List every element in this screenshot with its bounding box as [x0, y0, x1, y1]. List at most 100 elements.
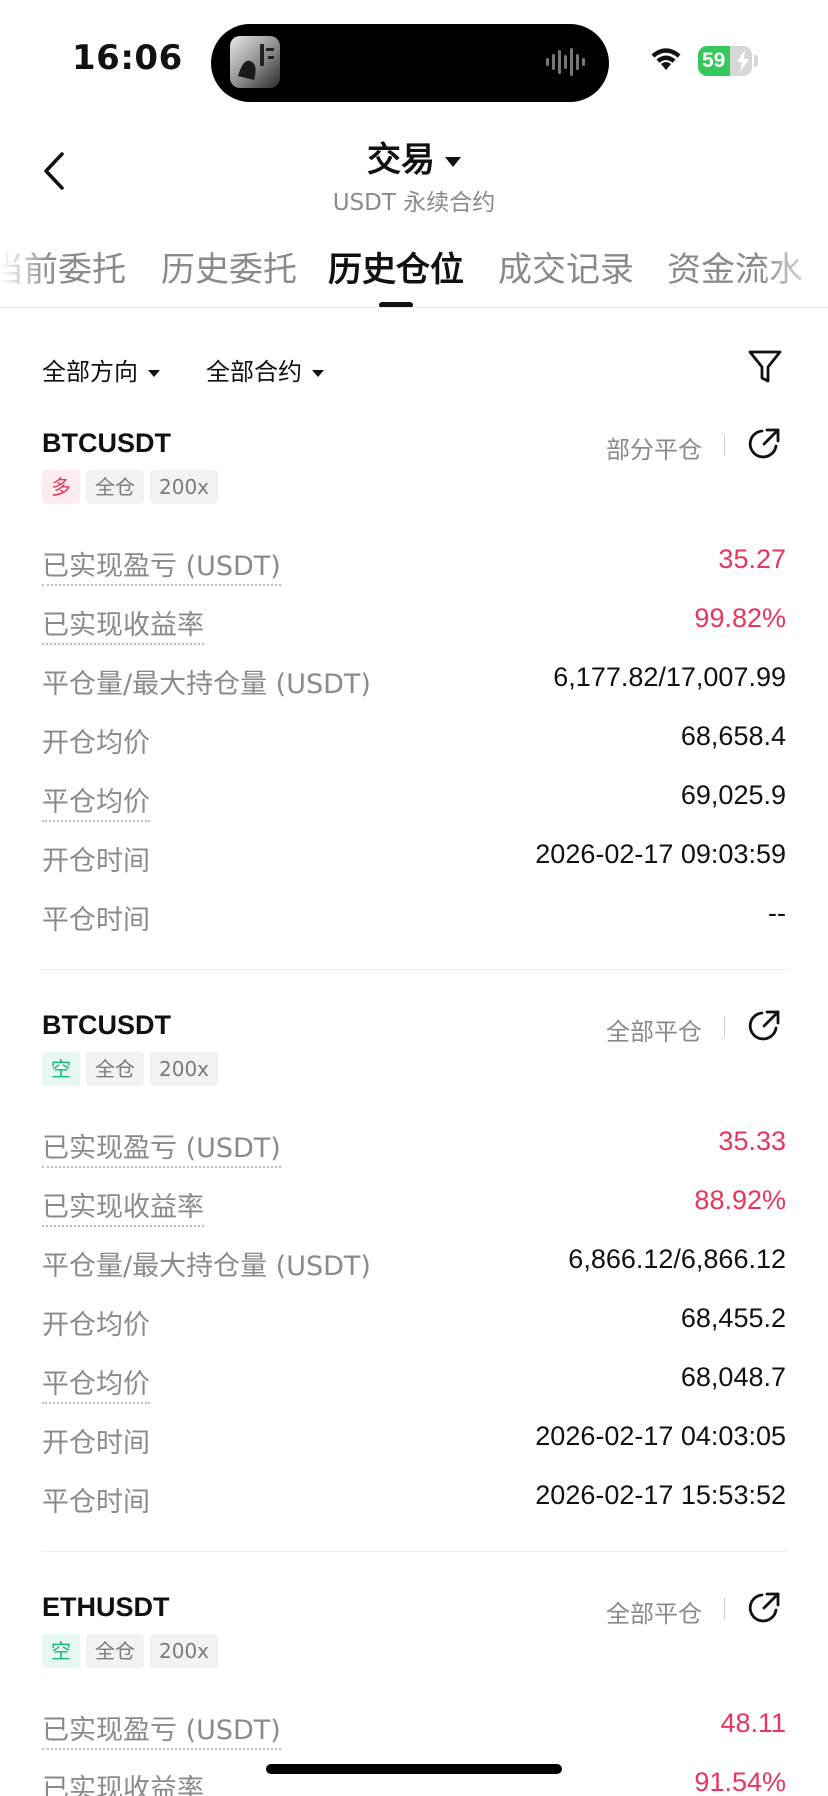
wifi-icon	[651, 48, 681, 70]
position-detail-row: 已实现收益率 88.92%	[42, 1185, 786, 1227]
margin-mode-tag: 全仓	[86, 1052, 144, 1086]
card-divider	[42, 969, 786, 970]
battery-percentage: 59	[702, 49, 726, 72]
direction-filter[interactable]: 全部方向	[42, 352, 160, 387]
leverage-tag: 200x	[150, 470, 219, 504]
position-card[interactable]: BTCUSDT 全部平仓空全仓 200x 已实现盈亏 (USDT) 35.33 已实现收益…	[0, 1008, 828, 1552]
tab-fade-right	[758, 236, 828, 306]
detail-label[interactable]: 已实现收益率	[42, 603, 204, 645]
position-detail-row: 平仓量/最大持仓量 (USDT) 6,177.82/17,007.99	[42, 662, 786, 702]
detail-label[interactable]: 平仓均价	[42, 1362, 150, 1404]
detail-label[interactable]: 已实现收益率	[42, 1767, 204, 1796]
position-detail-row: 开仓均价 68,455.2	[42, 1303, 786, 1343]
detail-value: 88.92%	[694, 1185, 786, 1215]
header-separator	[724, 1016, 725, 1038]
header-separator	[724, 434, 725, 456]
detail-label[interactable]: 已实现盈亏 (USDT)	[42, 1126, 281, 1168]
position-detail-row: 已实现收益率 99.82%	[42, 603, 786, 645]
active-tab-indicator	[379, 302, 413, 307]
detail-label: 平仓时间	[42, 1487, 150, 1518]
detail-value: 35.33	[718, 1126, 786, 1156]
detail-label[interactable]: 已实现盈亏 (USDT)	[42, 544, 281, 586]
detail-value: 68,658.4	[680, 721, 786, 751]
leverage-tag: 200x	[150, 1052, 219, 1086]
detail-value: 99.82%	[694, 603, 786, 633]
detail-label[interactable]: 已实现盈亏 (USDT)	[42, 1708, 281, 1750]
position-detail-row: 开仓均价 68,658.4	[42, 721, 786, 761]
share-icon[interactable]	[746, 1590, 782, 1626]
audio-waveform-icon	[545, 48, 587, 80]
detail-label: 平仓量/最大持仓量 (USDT)	[42, 669, 371, 700]
battery-cap	[754, 55, 758, 67]
detail-label: 平仓时间	[42, 905, 150, 936]
tab-position-history[interactable]: 历史仓位	[328, 242, 464, 291]
detail-value: 35.27	[718, 544, 786, 574]
detail-value: 68,048.7	[680, 1362, 786, 1392]
detail-label: 平仓量/最大持仓量 (USDT)	[42, 1251, 371, 1282]
detail-value: 91.54%	[694, 1767, 786, 1796]
position-detail-row: 平仓时间 2026-02-17 15:53:52	[42, 1480, 786, 1520]
detail-value: 2026-02-17 15:53:52	[535, 1480, 786, 1510]
position-card[interactable]: BTCUSDT 部分平仓多全仓 200x 已实现盈亏 (USDT) 35.27 已实现收益…	[0, 426, 828, 970]
contract-filter[interactable]: 全部合约	[206, 352, 324, 387]
position-detail-row: 开仓时间 2026-02-17 09:03:59	[42, 839, 786, 879]
detail-value: 69,025.9	[680, 780, 786, 810]
direction-filter-label: 全部方向	[42, 358, 138, 386]
side-tag: 空	[42, 1634, 80, 1668]
now-playing-artwork-icon	[230, 36, 280, 88]
detail-value: 68,455.2	[680, 1303, 786, 1333]
position-detail-row: 平仓均价 69,025.9	[42, 780, 786, 822]
dynamic-island[interactable]	[211, 24, 609, 102]
tab-bar: 当前委托 历史委托 历史仓位 成交记录 资金流水	[0, 236, 828, 308]
detail-value: 6,177.82/17,007.99	[553, 662, 786, 692]
detail-label: 开仓时间	[42, 846, 150, 877]
detail-label: 开仓均价	[42, 1310, 150, 1341]
position-tags: 空全仓 200x	[42, 1052, 224, 1086]
position-detail-row: 平仓均价 68,048.7	[42, 1362, 786, 1404]
position-tags: 多全仓 200x	[42, 470, 224, 504]
tab-fade-left	[0, 236, 50, 306]
position-detail-row: 平仓时间 --	[42, 898, 786, 938]
page-title-dropdown[interactable]: 交易	[0, 132, 828, 181]
caret-down-icon	[445, 156, 461, 167]
contract-filter-label: 全部合约	[206, 358, 302, 386]
margin-mode-tag: 全仓	[86, 1634, 144, 1668]
detail-label[interactable]: 已实现收益率	[42, 1185, 204, 1227]
detail-value: 6,866.12/6,866.12	[568, 1244, 786, 1274]
caret-down-icon	[148, 369, 160, 377]
home-indicator[interactable]	[266, 1764, 562, 1774]
close-type-label: 全部平仓	[606, 1018, 702, 1046]
card-divider	[42, 1551, 786, 1552]
position-detail-row: 已实现盈亏 (USDT) 35.27	[42, 544, 786, 586]
share-icon[interactable]	[746, 1008, 782, 1044]
margin-mode-tag: 全仓	[86, 470, 144, 504]
tab-trade-records[interactable]: 成交记录	[498, 242, 634, 291]
position-tags: 空全仓 200x	[42, 1634, 224, 1668]
position-detail-row: 开仓时间 2026-02-17 04:03:05	[42, 1421, 786, 1461]
header-separator	[724, 1598, 725, 1620]
detail-value: 48.11	[720, 1708, 786, 1738]
position-detail-row: 已实现盈亏 (USDT) 35.33	[42, 1126, 786, 1168]
tab-order-history[interactable]: 历史委托	[161, 242, 297, 291]
caret-down-icon	[312, 369, 324, 377]
battery-icon: 59	[698, 46, 752, 76]
page-subtitle: USDT 永续合约	[332, 190, 496, 216]
position-detail-row: 已实现盈亏 (USDT) 48.11	[42, 1708, 786, 1750]
detail-value: 2026-02-17 04:03:05	[535, 1421, 786, 1451]
detail-label: 开仓均价	[42, 728, 150, 759]
close-type-label: 全部平仓	[606, 1600, 702, 1628]
detail-value: --	[768, 898, 786, 928]
share-icon[interactable]	[746, 426, 782, 462]
position-symbol: BTCUSDT	[42, 1010, 171, 1040]
status-bar: 16:06 59	[0, 0, 828, 120]
close-type-label: 部分平仓	[606, 436, 702, 464]
status-time: 16:06	[72, 38, 183, 78]
side-tag: 多	[42, 470, 80, 504]
filter-funnel-icon[interactable]	[747, 348, 783, 386]
leverage-tag: 200x	[150, 1634, 219, 1668]
detail-value: 2026-02-17 09:03:59	[535, 839, 786, 869]
page-title: 交易	[367, 140, 435, 180]
position-symbol: BTCUSDT	[42, 428, 171, 458]
detail-label[interactable]: 平仓均价	[42, 780, 150, 822]
detail-label: 开仓时间	[42, 1428, 150, 1459]
